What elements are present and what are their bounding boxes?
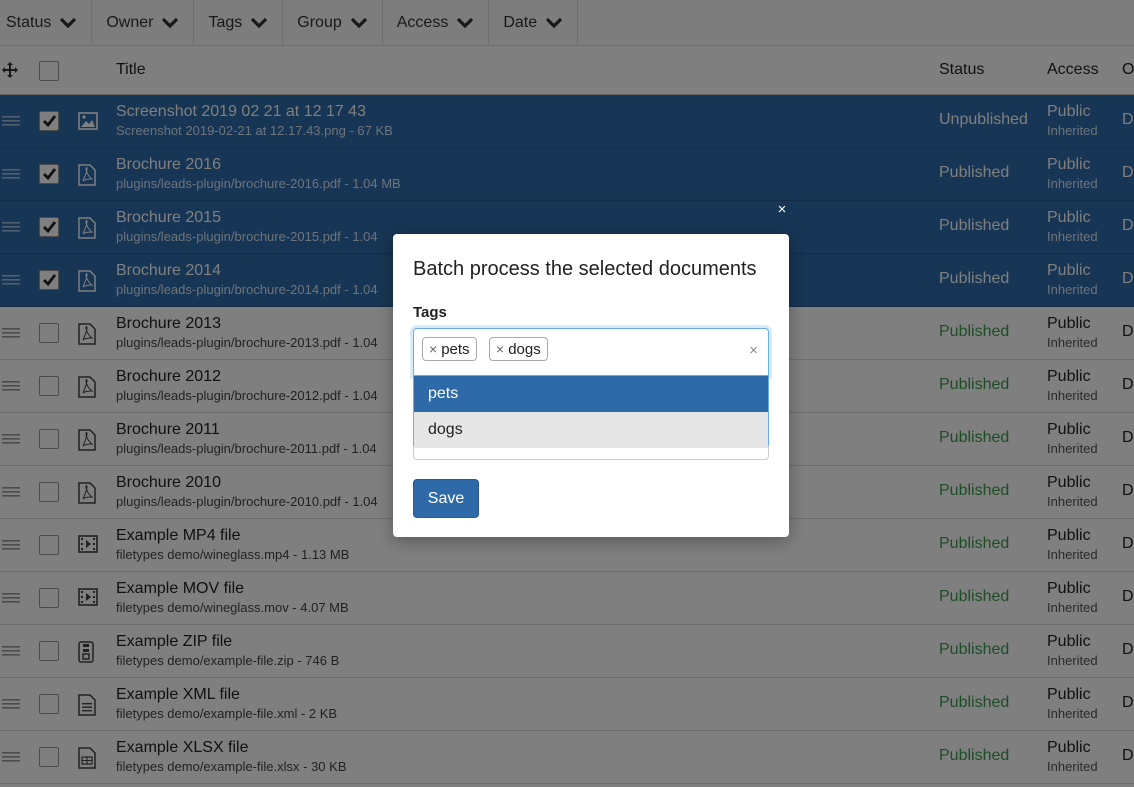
clear-tags-icon[interactable]: × xyxy=(749,342,758,359)
batch-modal: Batch process the selected documents Tag… xyxy=(393,234,789,537)
tags-label: Tags xyxy=(413,304,447,321)
tag-chip-label: pets xyxy=(441,341,470,358)
tag-chip-pets: × pets xyxy=(422,337,477,361)
option-pets[interactable]: pets xyxy=(414,376,768,412)
remove-tag-icon[interactable]: × xyxy=(429,341,437,357)
modal-title: Batch process the selected documents xyxy=(413,258,757,280)
remove-tag-icon[interactable]: × xyxy=(496,341,504,357)
save-button[interactable]: Save xyxy=(413,479,479,518)
tag-chip-label: dogs xyxy=(508,341,541,358)
modal-close-button[interactable]: × xyxy=(774,202,790,218)
option-dogs[interactable]: dogs xyxy=(414,412,768,448)
tags-dropdown: pets dogs xyxy=(413,376,769,448)
tags-input[interactable]: × pets × dogs × xyxy=(413,328,769,376)
tag-chip-dogs: × dogs xyxy=(489,337,548,361)
